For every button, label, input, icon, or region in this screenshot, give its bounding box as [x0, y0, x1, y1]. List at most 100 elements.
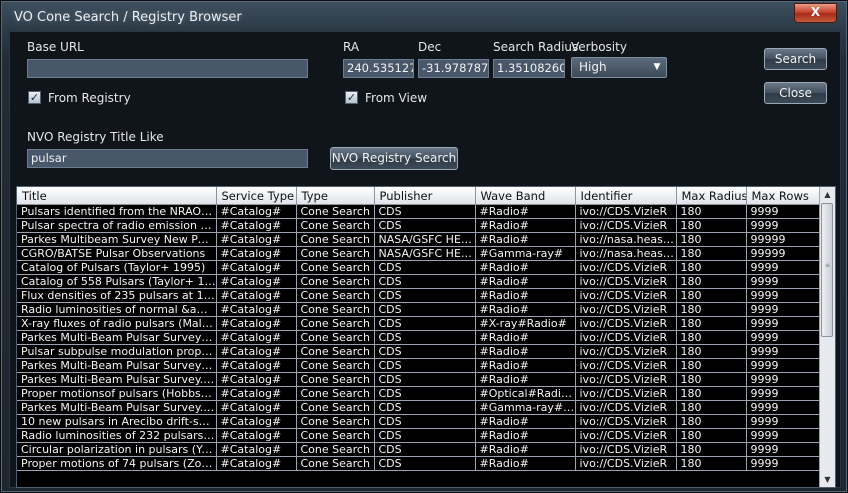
cell-service-type: #Catalog# — [216, 344, 297, 359]
cell-type: Cone Search — [296, 344, 375, 359]
cell-service-type: #Catalog# — [216, 386, 297, 401]
column-header-type[interactable]: Type — [296, 187, 375, 205]
cell-publisher: CDS — [374, 344, 476, 359]
cell-service-type: #Catalog# — [216, 372, 297, 387]
scroll-up-icon[interactable]: ▲ — [820, 187, 835, 202]
column-header-identifier[interactable]: Identifier — [575, 187, 677, 205]
ra-input[interactable]: 240.53512768 — [343, 59, 414, 78]
base-url-input[interactable] — [27, 59, 308, 78]
cell-service-type: #Catalog# — [216, 414, 297, 429]
cell-service-type: #Catalog# — [216, 442, 297, 457]
cell-publisher: CDS — [374, 414, 476, 429]
close-button[interactable]: Close — [764, 82, 827, 104]
cell-service-type: #Catalog# — [216, 274, 297, 289]
search-radius-input[interactable]: 1.3510826010 — [493, 59, 565, 78]
cell-max-radius: 180 — [676, 428, 747, 443]
table-row[interactable]: Radio luminosities of normal &amp; milli… — [17, 302, 821, 317]
cell-wave-band: #Radio# — [475, 428, 576, 443]
vertical-scrollbar[interactable]: ▲ ≡ ▼ — [819, 187, 835, 487]
cell-max-rows: 9999 — [746, 414, 821, 429]
cell-wave-band: #Radio# — [475, 302, 576, 317]
cell-max-rows: 9999 — [746, 442, 821, 457]
cell-wave-band: #Radio# — [475, 330, 576, 345]
table-row[interactable]: Parkes Multibeam Survey New Pulsar Disco… — [17, 232, 821, 247]
table-row[interactable]: Catalog of 558 Pulsars (Taylor+ 1993) #Ca… — [17, 274, 821, 289]
cell-title: Proper motions of 74 pulsars (Zou+, 2005… — [17, 456, 217, 471]
registry-title-input[interactable]: pulsar — [27, 149, 308, 168]
cell-max-radius: 180 — [676, 260, 747, 275]
cell-type: Cone Search — [296, 456, 375, 471]
cell-wave-band: #Gamma-ray#Radio# — [475, 400, 576, 415]
cell-max-radius: 180 — [676, 386, 747, 401]
cell-publisher: CDS — [374, 204, 476, 219]
table-row[interactable]: X-ray fluxes of radio pulsars (Malov, 20… — [17, 316, 821, 331]
title-bar[interactable]: VO Cone Search / Registry Browser X — [1, 1, 847, 31]
cell-identifier: ivo://CDS.VizieR — [575, 456, 677, 471]
cell-identifier: ivo://CDS.VizieR — [575, 218, 677, 233]
cell-max-radius: 180 — [676, 442, 747, 457]
table-row[interactable]: Proper motions of 74 pulsars (Zou+, 2005… — [17, 456, 821, 471]
scroll-down-icon[interactable]: ▼ — [820, 472, 835, 487]
cell-type: Cone Search — [296, 386, 375, 401]
table-row[interactable]: Parkes Multi-Beam Pulsar Survey (Manches… — [17, 358, 821, 373]
cell-type: Cone Search — [296, 232, 375, 247]
table-row[interactable]: Pulsar spectra of radio emission (Maron+… — [17, 218, 821, 233]
cell-max-radius: 180 — [676, 274, 747, 289]
column-header-service-type[interactable]: Service Type — [216, 187, 297, 205]
cell-title: Pulsar subpulse modulation properties — [17, 344, 217, 359]
scrollbar-thumb[interactable]: ≡ — [821, 203, 833, 337]
cell-wave-band: #Radio# — [475, 358, 576, 373]
cell-publisher: CDS — [374, 442, 476, 457]
cell-type: Cone Search — [296, 358, 375, 373]
table-row[interactable]: CGRO/BATSE Pulsar Observations #Catalog# C… — [17, 246, 821, 261]
table-row[interactable]: Flux densities of 235 pulsars at 102.5MH… — [17, 288, 821, 303]
main-window: VO Cone Search / Registry Browser X Base… — [0, 0, 848, 493]
cell-max-rows: 9999 — [746, 260, 821, 275]
cell-publisher: CDS — [374, 260, 476, 275]
cell-type: Cone Search — [296, 400, 375, 415]
table-row[interactable]: Pulsar subpulse modulation properties #Ca… — [17, 344, 821, 359]
cell-max-rows: 9999 — [746, 456, 821, 471]
client-area: Base URL ✓ From Registry RA 240.53512768… — [9, 31, 841, 488]
chevron-down-icon: ▼ — [653, 62, 661, 72]
table-row[interactable]: Catalog of Pulsars (Taylor+ 1995) #Catalo… — [17, 260, 821, 275]
table-row[interactable]: Parkes Multi-Beam Pulsar Survey new puls… — [17, 330, 821, 345]
cell-max-radius: 180 — [676, 358, 747, 373]
cell-identifier: ivo://CDS.VizieR — [575, 204, 677, 219]
table-row[interactable]: Proper motionsof pulsars (Hobbs+, 2005)#… — [17, 386, 821, 401]
cell-type: Cone Search — [296, 414, 375, 429]
cell-identifier: ivo://nasa.heasarc — [575, 232, 677, 247]
cell-type: Cone Search — [296, 204, 375, 219]
table-row[interactable]: 10 new pulsars in Arecibo drift-scan sur… — [17, 414, 821, 429]
dec-label: Dec — [418, 40, 442, 54]
table-row[interactable]: Radio luminosities of 232 pulsars (Malov… — [17, 428, 821, 443]
from-registry-checkbox[interactable]: ✓ — [28, 91, 41, 104]
cell-service-type: #Catalog# — [216, 400, 297, 415]
table-row[interactable]: Circular polarization in pulsars (You+, … — [17, 442, 821, 457]
column-header-publisher[interactable]: Publisher — [374, 187, 476, 205]
verbosity-select[interactable]: High ▼ — [571, 57, 667, 78]
column-header-title[interactable]: Title — [17, 187, 217, 205]
table-row[interactable]: Parkes Multi-Beam Pulsar Survey. III. (K… — [17, 400, 821, 415]
cell-max-rows: 9999 — [746, 274, 821, 289]
column-header-max-rows[interactable]: Max Rows — [746, 187, 821, 205]
cell-publisher: CDS — [374, 316, 476, 331]
cell-wave-band: #Radio# — [475, 344, 576, 359]
cell-max-rows: 9999 — [746, 358, 821, 373]
search-button[interactable]: Search — [764, 48, 827, 70]
table-row[interactable]: Parkes Multi-Beam Pulsar Survey. IV. (Ho… — [17, 372, 821, 387]
table-row[interactable]: Pulsars identified from the NRAO VLA Sky… — [17, 204, 821, 219]
cell-publisher: CDS — [374, 218, 476, 233]
search-radius-label: Search Radius — [493, 40, 579, 54]
cell-title: Catalog of 558 Pulsars (Taylor+ 1993) — [17, 274, 217, 289]
cell-title: Parkes Multibeam Survey New Pulsar Disco… — [17, 232, 217, 247]
column-header-wave-band[interactable]: Wave Band — [475, 187, 576, 205]
column-header-max-radius[interactable]: Max Radius — [676, 187, 747, 205]
cell-identifier: ivo://CDS.VizieR — [575, 288, 677, 303]
cell-type: Cone Search — [296, 274, 375, 289]
dec-input[interactable]: -31.97878761 — [418, 59, 489, 78]
window-close-button[interactable]: X — [794, 3, 837, 23]
cell-max-radius: 180 — [676, 232, 747, 247]
nvo-registry-search-button[interactable]: NVO Registry Search — [330, 147, 458, 170]
from-view-checkbox[interactable]: ✓ — [345, 91, 358, 104]
